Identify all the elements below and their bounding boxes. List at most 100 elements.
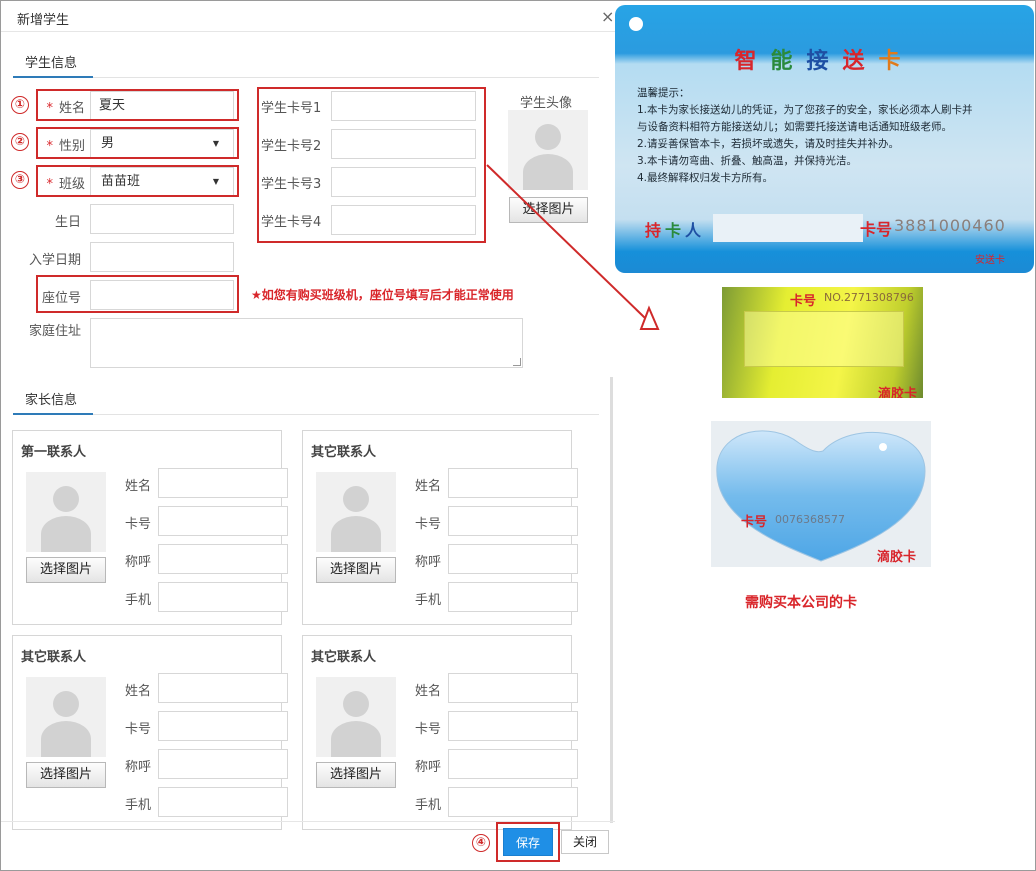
user-icon-body: [331, 516, 381, 552]
choose-student-photo-button[interactable]: 选择图片: [509, 197, 588, 223]
contact-avatar-placeholder: [26, 677, 106, 757]
contact-field-label: 姓名: [414, 479, 441, 494]
buy-card-note: 需购买本公司的卡: [745, 595, 857, 611]
parent-info-tab[interactable]: 家长信息: [25, 389, 77, 408]
epoxy-card-1-number-label: 卡号: [790, 294, 817, 309]
epoxy-card-1-text-area: [744, 311, 904, 367]
contact-card: 其它联系人选择图片 姓名卡号称呼手机: [12, 635, 288, 830]
contact-avatar-placeholder: [316, 472, 396, 552]
contact-field-label: 称呼: [414, 760, 441, 775]
section-divider: [93, 77, 599, 78]
epoxy-card-image-1: 卡号 NO.2771308796 滴胶卡: [722, 287, 923, 398]
enroll-date-input[interactable]: [90, 242, 234, 272]
contact-field-input[interactable]: [158, 506, 288, 536]
contact-avatar-placeholder: [316, 677, 396, 757]
birthday-input[interactable]: [90, 204, 234, 234]
contact-field-label: 手机: [124, 798, 151, 813]
contact-field-input[interactable]: [158, 749, 288, 779]
contact-field-input[interactable]: [158, 544, 288, 574]
annotation-box-card-numbers: [257, 87, 486, 243]
contact-field-label: 手机: [414, 798, 441, 813]
user-icon-body: [331, 721, 381, 757]
card-tip-line: 2.请妥善保管本卡，若损坏或遗失，请及时挂失并补办。: [637, 138, 900, 150]
contact-field-label: 姓名: [414, 684, 441, 699]
contact-field-input[interactable]: [448, 749, 578, 779]
dialog-title: 新增学生: [17, 13, 70, 28]
contact-card-title: 其它联系人: [21, 650, 87, 665]
contact-card: 其它联系人选择图片 姓名卡号称呼手机: [302, 430, 578, 625]
user-icon-head: [343, 691, 369, 717]
user-icon-head: [343, 486, 369, 512]
contact-card: 第一联系人 选择图片 姓名 卡号 称呼 手机: [12, 430, 288, 625]
save-button[interactable]: 保存: [503, 828, 553, 856]
annotation-badge-3: ③: [11, 171, 29, 189]
choose-contact-photo-button[interactable]: 选择图片: [316, 762, 396, 788]
close-icon[interactable]: ×: [601, 7, 614, 26]
epoxy-card-image-2: 卡号 0076368577 滴胶卡: [711, 421, 931, 567]
student-info-tab[interactable]: 学生信息: [25, 52, 77, 71]
contact-field-input[interactable]: [448, 468, 578, 498]
user-icon-head: [53, 486, 79, 512]
card-number: 3881000460: [894, 216, 1006, 235]
card-hole: [629, 17, 643, 31]
contact-field-label: 卡号: [124, 722, 151, 737]
contact-field-label: 手机: [414, 593, 441, 608]
address-textarea[interactable]: [90, 318, 523, 368]
user-icon-body: [523, 154, 573, 190]
contact-field-input[interactable]: [448, 544, 578, 574]
dialog-header-divider: [1, 31, 615, 32]
user-icon-body: [41, 721, 91, 757]
scrollbar[interactable]: [610, 377, 613, 823]
epoxy-card-1-tag: 滴胶卡: [878, 387, 918, 398]
smart-pickup-card-image: 智能接送卡 温馨提示： 1.本卡为家长接送幼儿的凭证，为了您孩子的安全，家长必须…: [615, 5, 1034, 273]
contact-field-label: 称呼: [414, 555, 441, 570]
card-tip-line: 与设备资料相符方能接送幼儿；如需要托接送请电话通知班级老师。: [637, 121, 952, 133]
card-number-label: 卡号: [860, 220, 893, 239]
choose-contact-photo-button[interactable]: 选择图片: [26, 557, 106, 583]
contact-card-title: 其它联系人: [311, 445, 377, 460]
add-student-dialog: 新增学生 × 学生信息 * 姓名 夏天 * 性别 男 ▼ * 班级 苗苗班 ▼ 生日 入学…: [1, 1, 615, 869]
user-icon-head: [535, 124, 561, 150]
contact-field-input[interactable]: [448, 711, 578, 741]
contact-field-input[interactable]: [158, 673, 288, 703]
card-tip-line: 温馨提示：: [637, 87, 690, 99]
epoxy-card-2-number-label: 卡号: [741, 515, 768, 530]
contact-field-input[interactable]: [448, 787, 578, 817]
contact-field-label: 卡号: [414, 722, 441, 737]
contact-field-label: 称呼: [124, 555, 151, 570]
contact-field-input[interactable]: [158, 787, 288, 817]
contact-field-label: 卡号: [414, 517, 441, 532]
birthday-label: 生日: [54, 215, 81, 230]
section-divider: [93, 414, 599, 415]
annotation-box-class: [36, 165, 239, 197]
contact-avatar-placeholder: [26, 472, 106, 552]
close-button[interactable]: 关闭: [561, 830, 609, 854]
annotation-badge-4: ④: [472, 834, 490, 852]
contact-field-label: 手机: [124, 593, 151, 608]
contact-field-input[interactable]: [448, 506, 578, 536]
contact-card: 其它联系人 选择图片 姓名 卡号 称呼 手机: [302, 635, 578, 830]
annotation-box-name: [36, 89, 239, 121]
choose-contact-photo-button[interactable]: 选择图片: [316, 557, 396, 583]
card-tip-line: 3.本卡请勿弯曲、折叠、触高温，并保持光洁。: [637, 155, 858, 167]
epoxy-card-2-tag: 滴胶卡: [877, 550, 917, 565]
contact-field-label: 姓名: [124, 479, 151, 494]
annotation-box-gender: [36, 127, 239, 159]
contact-field-input[interactable]: [158, 582, 288, 612]
contact-field-label: 姓名: [124, 684, 151, 699]
contact-field-input[interactable]: [158, 468, 288, 498]
choose-contact-photo-button[interactable]: 选择图片: [26, 762, 106, 788]
contact-field-label: 称呼: [124, 760, 151, 775]
annotation-badge-1: ①: [11, 96, 29, 114]
student-avatar-label: 学生头像: [519, 96, 572, 111]
epoxy-card-1-number: NO.2771308796: [824, 291, 914, 304]
annotation-badge-2: ②: [11, 133, 29, 151]
contact-field-input[interactable]: [448, 582, 578, 612]
student-avatar-placeholder: [508, 110, 588, 190]
user-icon-head: [53, 691, 79, 717]
resize-grip-icon[interactable]: [513, 358, 521, 366]
card-holder-label: 持卡人: [645, 221, 706, 240]
contact-field-input[interactable]: [448, 673, 578, 703]
epoxy-card-2-number: 0076368577: [775, 513, 845, 526]
contact-field-input[interactable]: [158, 711, 288, 741]
